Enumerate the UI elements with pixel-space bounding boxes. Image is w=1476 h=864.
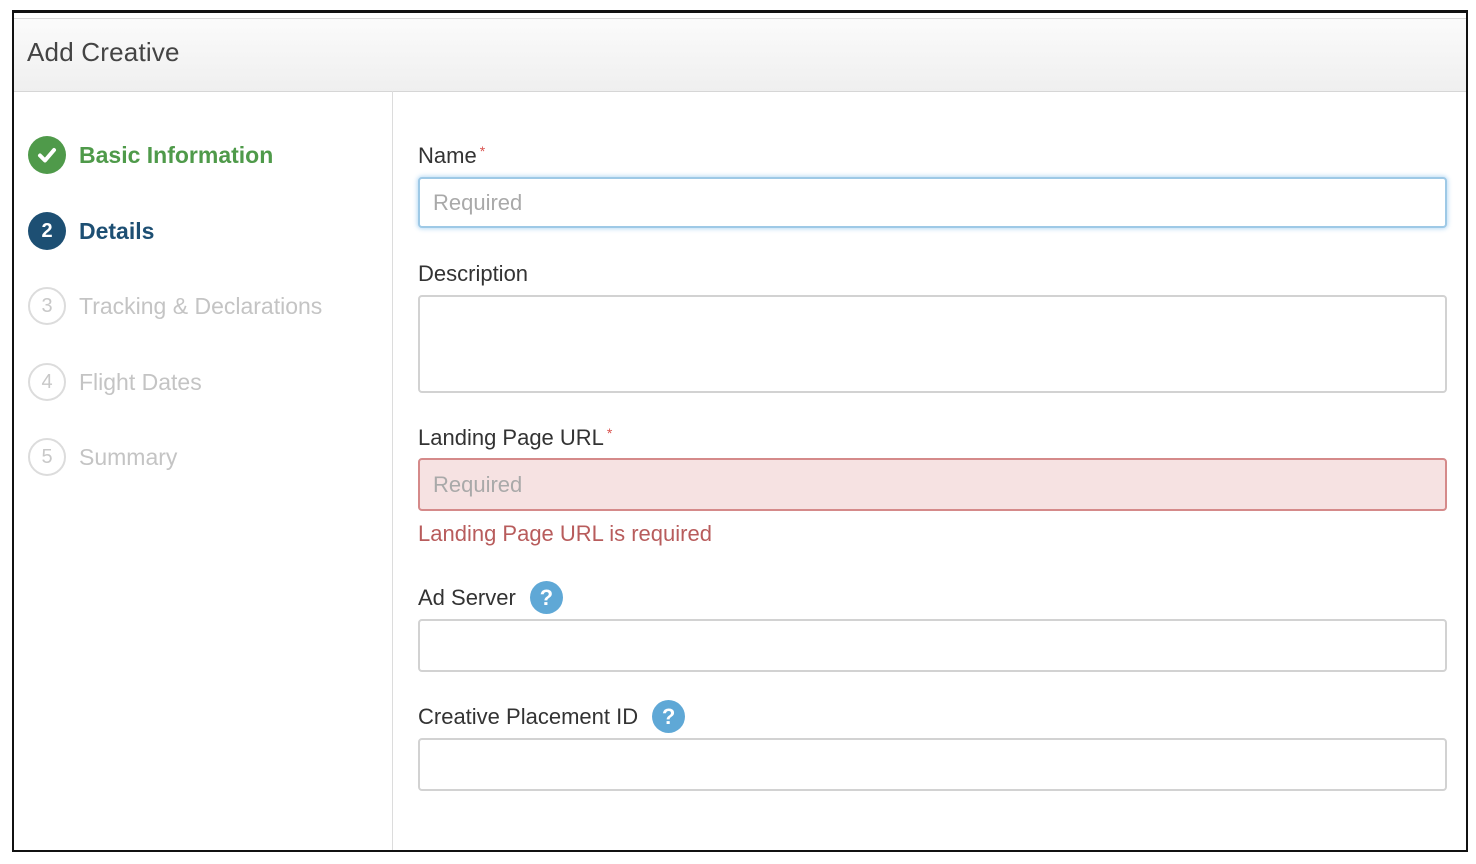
checkmark-icon — [28, 136, 66, 174]
landing-page-url-label-text: Landing Page URL — [418, 425, 604, 450]
name-label-text: Name — [418, 143, 477, 168]
step-label: Basic Information — [79, 141, 274, 168]
ad-server-label-text: Ad Server — [418, 584, 516, 610]
step-number: 3 — [28, 287, 66, 325]
step-number: 5 — [28, 438, 66, 476]
form-content: Name* Description Landing Page URL* Land… — [393, 91, 1466, 850]
creative-placement-id-label-text: Creative Placement ID — [418, 703, 639, 729]
help-icon[interactable]: ? — [652, 700, 686, 733]
step-tracking-declarations[interactable]: 3 Tracking & Declarations — [28, 286, 322, 326]
ad-server-label: Ad Server ? — [418, 581, 563, 614]
step-number: 2 — [28, 212, 66, 250]
step-label: Summary — [79, 443, 178, 470]
ad-server-input[interactable] — [418, 619, 1447, 672]
description-input[interactable] — [418, 295, 1447, 393]
required-marker: * — [479, 143, 486, 159]
name-label: Name * — [418, 143, 485, 169]
name-input[interactable] — [418, 177, 1447, 228]
dialog-header: Add Creative — [14, 18, 1466, 92]
dialog-title: Add Creative — [27, 37, 180, 67]
step-label: Flight Dates — [79, 368, 202, 395]
help-icon[interactable]: ? — [529, 581, 563, 614]
creative-placement-id-input[interactable] — [418, 738, 1447, 791]
step-basic-information[interactable]: Basic Information — [28, 135, 273, 175]
step-summary[interactable]: 5 Summary — [28, 437, 177, 477]
step-flight-dates[interactable]: 4 Flight Dates — [28, 362, 202, 402]
add-creative-dialog: Add Creative Basic Information 2 Details… — [12, 10, 1468, 852]
description-label: Description — [418, 261, 528, 287]
step-details[interactable]: 2 Details — [28, 211, 154, 251]
landing-page-url-error: Landing Page URL is required — [418, 521, 712, 546]
step-label: Details — [79, 217, 155, 244]
description-label-text: Description — [418, 261, 529, 286]
landing-page-url-label: Landing Page URL * — [418, 425, 612, 451]
step-number: 4 — [28, 363, 66, 401]
creative-placement-id-label: Creative Placement ID ? — [418, 700, 686, 733]
step-label: Tracking & Declarations — [79, 292, 323, 319]
landing-page-url-input[interactable] — [418, 458, 1447, 511]
steps-sidebar: Basic Information 2 Details 3 Tracking &… — [14, 91, 393, 850]
required-marker: * — [606, 425, 613, 441]
